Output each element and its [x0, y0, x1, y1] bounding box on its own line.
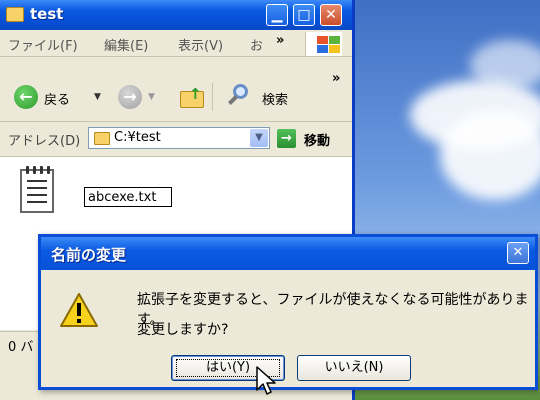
back-dropdown-icon[interactable]: ▼ [94, 92, 101, 102]
folder-icon [94, 132, 110, 145]
dialog-title: 名前の変更 [51, 246, 127, 264]
filename-rename-input[interactable] [84, 187, 172, 207]
dialog-message-line2: 変更しますか? [137, 322, 229, 338]
explorer-titlebar[interactable]: test ▁ □ ✕ [0, 0, 352, 30]
windows-logo-icon [305, 32, 342, 56]
menu-bar: ファイル(F) 編集(E) 表示(V) お » [0, 30, 352, 57]
no-button-label[interactable]: いいえ(N) [325, 360, 384, 375]
chevron-down-icon[interactable]: ▼ [250, 129, 268, 147]
address-bar: アドレス(D) C:¥test ▼ → 移動 [0, 122, 352, 157]
back-button-label[interactable]: 戻る [44, 89, 70, 108]
warning-icon [60, 293, 98, 327]
folder-icon [6, 7, 24, 22]
search-icon[interactable] [226, 83, 254, 111]
address-value[interactable]: C:¥test [114, 130, 161, 145]
desktop-cloud [440, 110, 540, 200]
dialog-titlebar[interactable]: 名前の変更 ✕ [41, 237, 535, 270]
close-button[interactable]: ✕ [320, 4, 342, 26]
up-folder-icon[interactable]: ↑ [180, 85, 204, 108]
menu-view[interactable]: 表示(V) [178, 35, 223, 54]
toolbar-overflow-chevron[interactable]: » [332, 71, 340, 86]
forward-dropdown-icon[interactable]: ▼ [148, 92, 155, 102]
menu-edit[interactable]: 編集(E) [104, 35, 148, 54]
text-file-icon[interactable] [20, 166, 54, 213]
address-label: アドレス(D) [8, 134, 81, 149]
forward-arrow-icon[interactable]: → [118, 85, 142, 109]
mouse-cursor-icon [256, 366, 276, 395]
go-arrow-icon[interactable]: → [277, 129, 296, 148]
toolbar: ← 戻る ▼ → ▼ ↑ 検索 » [0, 57, 352, 122]
menu-overflow-chevron[interactable]: » [276, 33, 284, 48]
desktop-cloud [470, 40, 540, 90]
minimize-button[interactable]: ▁ [266, 4, 288, 26]
maximize-button[interactable]: □ [293, 4, 315, 26]
menu-file[interactable]: ファイル(F) [8, 35, 78, 54]
search-button-label[interactable]: 検索 [262, 89, 288, 108]
window-title: test [30, 5, 64, 23]
rename-dialog: 名前の変更 ✕ 拡張子を変更すると、ファイルが使えなくなる可能性があります。 変… [38, 234, 538, 390]
dialog-close-button[interactable]: ✕ [507, 242, 529, 264]
address-input[interactable]: C:¥test ▼ [88, 127, 270, 149]
no-button[interactable]: いいえ(N) [297, 355, 411, 381]
back-arrow-icon[interactable]: ← [14, 85, 38, 109]
menu-favorites[interactable]: お [250, 35, 263, 54]
go-button-label[interactable]: 移動 [304, 130, 330, 149]
toolbar-separator [212, 83, 213, 111]
status-text: 0 バ [8, 340, 34, 355]
